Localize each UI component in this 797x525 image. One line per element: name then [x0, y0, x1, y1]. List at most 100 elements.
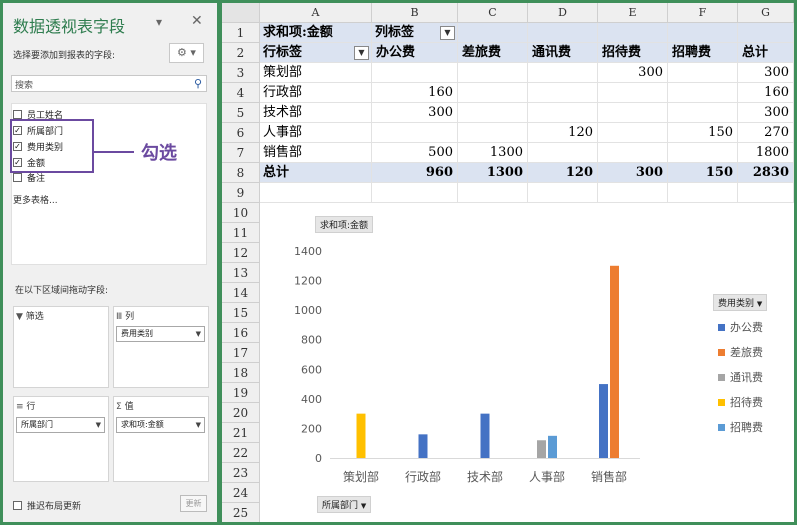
row-header[interactable]: 21 [222, 423, 260, 443]
row-header[interactable]: 19 [222, 383, 260, 403]
columns-area-label: Ⅲ 列 [116, 312, 135, 322]
search-input[interactable]: 搜索 ⚲ [11, 75, 207, 92]
rows-field-dropdown[interactable]: 所属部门 ▼ [16, 417, 105, 433]
pivot-row-item[interactable]: 策划部 [260, 63, 372, 83]
x-tick-label: 技术部 [467, 469, 503, 484]
legend-swatch [718, 398, 725, 406]
columns-field-dropdown[interactable]: 费用类别 ▼ [116, 326, 205, 342]
column-header[interactable]: A [260, 3, 372, 23]
pivot-value-label[interactable]: 求和项:金额 [260, 23, 372, 43]
legend-item[interactable]: 差旅费 [718, 344, 763, 360]
checkbox[interactable] [13, 501, 22, 510]
row-header[interactable]: 11 [222, 223, 260, 243]
legend-item[interactable]: 招待费 [718, 394, 763, 410]
row-header[interactable]: 6 [222, 123, 260, 143]
pane-options-arrow-icon[interactable]: ▾ [156, 15, 162, 29]
select-all-corner[interactable] [222, 3, 260, 23]
pane-title: 数据透视表字段 [13, 17, 126, 36]
pivot-column-header[interactable]: 通讯费 [528, 43, 598, 63]
pivot-value-cell[interactable]: 1300 [458, 143, 528, 163]
y-tick-label: 800 [301, 334, 322, 347]
pivot-value-cell[interactable]: 150 [668, 123, 738, 143]
row-header[interactable]: 3 [222, 63, 260, 83]
column-header[interactable]: E [598, 3, 668, 23]
row-header[interactable]: 5 [222, 103, 260, 123]
row-header[interactable]: 9 [222, 183, 260, 203]
chevron-down-icon: ▼ [360, 502, 367, 510]
legend-field-button[interactable]: 费用类别 ▼ [713, 294, 768, 311]
row-header[interactable]: 20 [222, 403, 260, 423]
pivot-value-cell[interactable]: 160 [738, 83, 794, 103]
pivot-chart[interactable]: 求和项:金额 0 200 400 600 800 1000 1200 1400 策划部 行政部 技术… [260, 206, 794, 522]
pivot-value-cell[interactable]: 500 [372, 143, 458, 163]
pivot-value-cell[interactable]: 300 [372, 103, 458, 123]
pivot-value-cell[interactable]: 270 [738, 123, 794, 143]
pivot-value-cell[interactable]: 300 [598, 63, 668, 83]
pivot-grand-total-cell[interactable]: 2830 [738, 163, 794, 183]
legend-item[interactable]: 办公费 [718, 319, 763, 335]
row-header[interactable]: 4 [222, 83, 260, 103]
row-header[interactable]: 2 [222, 43, 260, 63]
row-header[interactable]: 14 [222, 283, 260, 303]
chevron-down-icon: ▼ [195, 330, 201, 338]
pivot-column-header[interactable]: 办公费 [372, 43, 458, 63]
pivot-value-cell[interactable]: 300 [738, 63, 794, 83]
search-placeholder: 搜索 [15, 81, 34, 91]
row-header[interactable]: 25 [222, 503, 260, 522]
x-tick-label: 销售部 [591, 469, 627, 484]
pivot-row-item[interactable]: 行政部 [260, 83, 372, 103]
y-tick-label: 200 [301, 422, 322, 435]
defer-update-checkbox[interactable]: 推迟布局更新 [13, 499, 81, 512]
checkbox[interactable] [13, 172, 22, 182]
pivot-row-item[interactable]: 人事部 [260, 123, 372, 143]
row-header[interactable]: 7 [222, 143, 260, 163]
row-header[interactable]: 12 [222, 243, 260, 263]
legend-item[interactable]: 招聘费 [718, 419, 763, 435]
pivot-row-item[interactable]: 销售部 [260, 143, 372, 163]
pivot-value-cell[interactable]: 300 [738, 103, 794, 123]
row-header[interactable]: 1 [222, 23, 260, 43]
row-filter-button[interactable]: ▼ [354, 46, 369, 60]
pivot-value-cell[interactable]: 120 [528, 123, 598, 143]
column-filter-button[interactable]: ▼ [440, 26, 455, 40]
row-header[interactable]: 16 [222, 323, 260, 343]
pivot-value-cell[interactable]: 1800 [738, 143, 794, 163]
column-header[interactable]: D [528, 3, 598, 23]
row-header[interactable]: 13 [222, 263, 260, 283]
row-header[interactable]: 10 [222, 203, 260, 223]
pivot-column-header[interactable]: 招待费 [598, 43, 668, 63]
pivot-grand-total-cell[interactable]: 120 [528, 163, 598, 183]
values-field-dropdown[interactable]: 求和项:金额 ▼ [116, 417, 205, 433]
axis-field-button[interactable]: 所属部门 ▼ [317, 496, 372, 513]
pivot-grand-total-cell[interactable]: 1300 [458, 163, 528, 183]
pivot-grand-total-cell[interactable]: 150 [668, 163, 738, 183]
row-header[interactable]: 8 [222, 163, 260, 183]
pivot-value-cell[interactable]: 160 [372, 83, 458, 103]
column-header[interactable]: F [668, 3, 738, 23]
grid-line [260, 202, 794, 203]
column-header[interactable]: B [372, 3, 458, 23]
bar-办公费-销售部 [599, 384, 608, 458]
row-header[interactable]: 24 [222, 483, 260, 503]
legend-item[interactable]: 通讯费 [718, 369, 763, 385]
checkbox[interactable] [13, 109, 22, 119]
pivot-column-header[interactable]: 总计 [738, 43, 794, 63]
row-header[interactable]: 22 [222, 443, 260, 463]
column-header[interactable]: G [738, 3, 794, 23]
row-header[interactable]: 17 [222, 343, 260, 363]
pivot-column-header[interactable]: 差旅费 [458, 43, 528, 63]
row-header[interactable]: 15 [222, 303, 260, 323]
pivot-row-item[interactable]: 技术部 [260, 103, 372, 123]
spreadsheet: A B C D E F G 1 2 3 4 5 6 7 8 9 10 11 12 13 14 15 16 17 18 19 20 21… [222, 3, 794, 522]
pivot-column-header[interactable]: 招聘费 [668, 43, 738, 63]
pivot-grand-total-label[interactable]: 总计 [260, 163, 372, 183]
pivot-grand-total-cell[interactable]: 300 [598, 163, 668, 183]
pivot-grand-total-cell[interactable]: 960 [372, 163, 458, 183]
row-header[interactable]: 18 [222, 363, 260, 383]
row-header[interactable]: 23 [222, 463, 260, 483]
gear-icon[interactable]: ⚙ ▾ [169, 43, 204, 63]
update-button[interactable]: 更新 [180, 495, 207, 512]
column-header[interactable]: C [458, 3, 528, 23]
close-icon[interactable]: ✕ [191, 13, 203, 29]
more-tables-link[interactable]: 更多表格... [13, 193, 58, 206]
